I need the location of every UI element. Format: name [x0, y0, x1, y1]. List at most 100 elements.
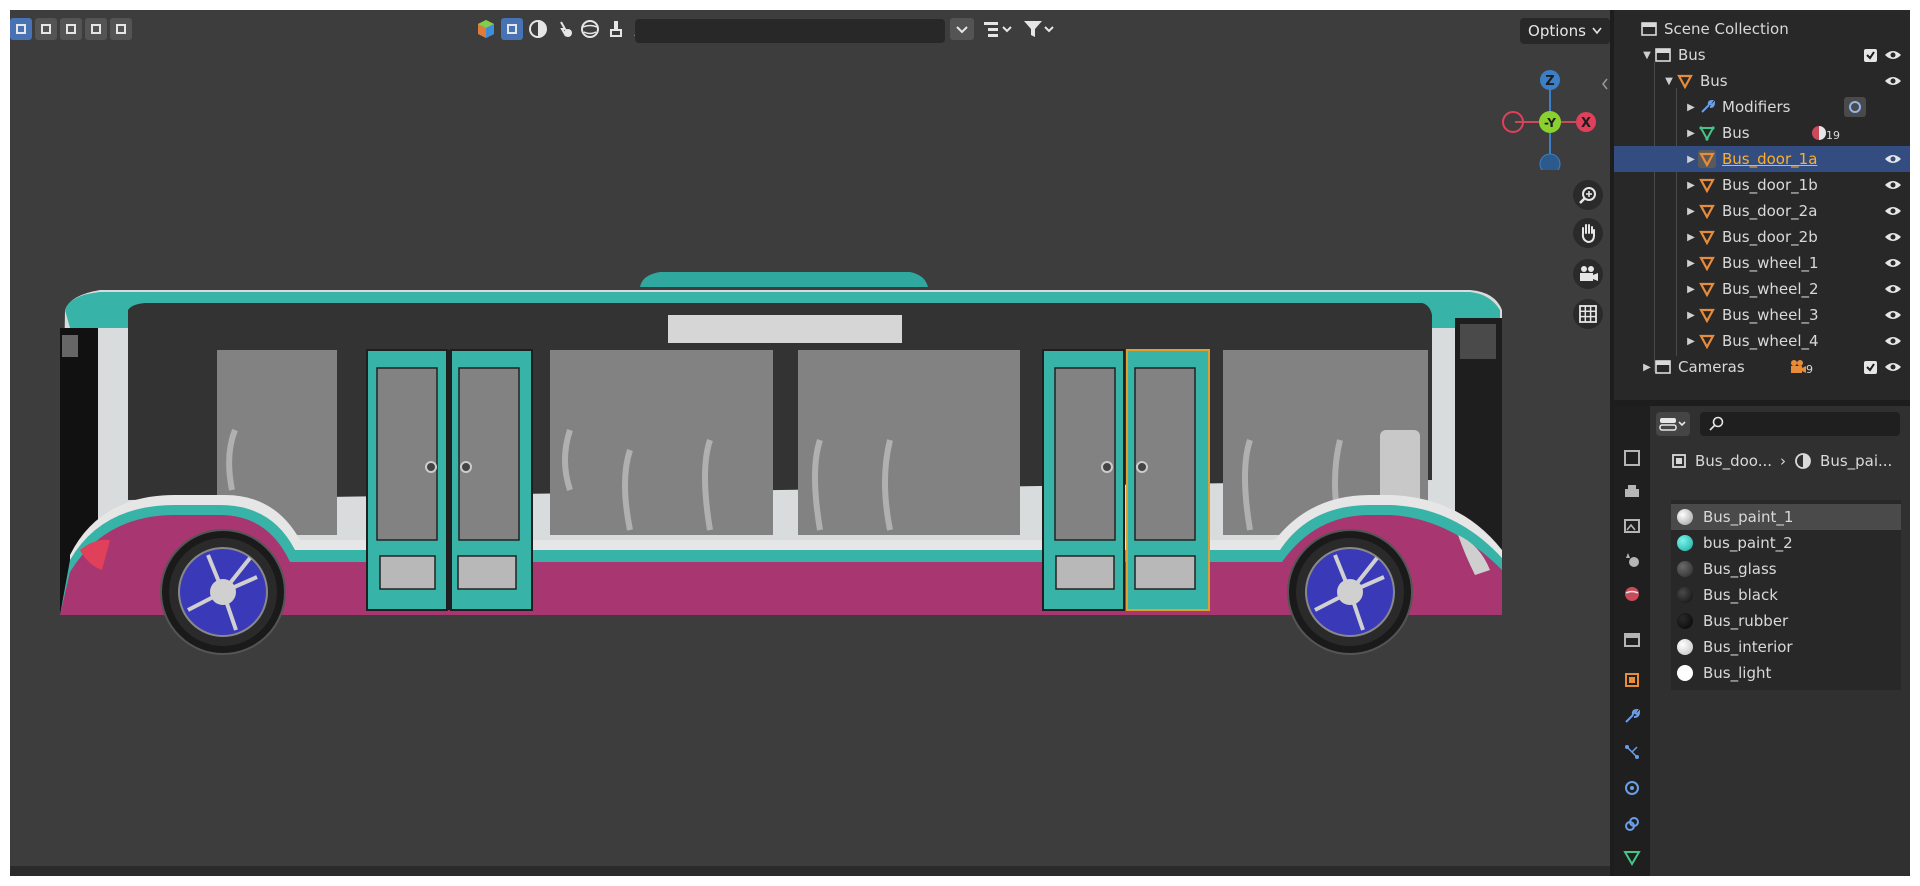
outliner-row-label: Bus_door_2b	[1722, 228, 1818, 246]
material-slot[interactable]: Bus_rubber	[1671, 608, 1901, 634]
wrench-icon	[1698, 98, 1716, 116]
badge-count: 19	[1826, 129, 1840, 142]
eye-icon[interactable]	[1884, 153, 1902, 165]
material-slot[interactable]: Bus_black	[1671, 582, 1901, 608]
material-count: 19	[1810, 124, 1840, 142]
eye-icon[interactable]	[1884, 49, 1902, 61]
object-icon	[1672, 454, 1686, 468]
eye-icon[interactable]	[1884, 309, 1902, 321]
material-slot-list[interactable]: Bus_paint_1 bus_paint_2 Bus_glass Bus_bl…	[1671, 500, 1901, 690]
breadcrumb-material: Bus_pai...	[1820, 452, 1893, 470]
mesh-data-icon	[1698, 124, 1716, 142]
material-swatch-icon	[1677, 613, 1693, 629]
material-slot-name: bus_paint_2	[1703, 534, 1793, 552]
outliner-row-label: Bus	[1700, 72, 1728, 90]
wrench-icon	[1625, 708, 1641, 723]
outliner-row-bus-wheel-3[interactable]: ▶ Bus_wheel_3	[1614, 302, 1910, 328]
tab-object[interactable]	[1620, 668, 1644, 692]
properties-header	[1650, 406, 1910, 442]
tab-world[interactable]	[1620, 582, 1644, 606]
expand-triangle-icon[interactable]: ▶	[1684, 232, 1698, 243]
material-slot[interactable]: Bus_light	[1671, 660, 1901, 686]
rear-light	[62, 335, 78, 357]
expand-triangle-icon[interactable]: ▶	[1684, 154, 1698, 165]
outliner-row-bus-wheel-1[interactable]: ▶ Bus_wheel_1	[1614, 250, 1910, 276]
scene-icon	[1626, 553, 1639, 567]
expand-triangle-icon[interactable]: ▶	[1684, 102, 1698, 113]
expand-triangle-icon[interactable]: ▼	[1640, 50, 1654, 61]
material-swatch-icon	[1677, 561, 1693, 577]
eye-icon[interactable]	[1884, 257, 1902, 269]
modifier-toggle-button[interactable]	[1844, 97, 1866, 117]
tab-data[interactable]	[1620, 846, 1644, 870]
3d-viewport[interactable]: Options Z X -Y	[10, 10, 1610, 876]
material-slot[interactable]: Bus_paint_1	[1671, 504, 1901, 530]
outliner-row-cameras[interactable]: ▶ Cameras 9	[1614, 354, 1910, 380]
eye-icon[interactable]	[1884, 361, 1902, 373]
eye-icon[interactable]	[1884, 179, 1902, 191]
mesh-object-icon	[1698, 150, 1716, 168]
tab-collection[interactable]	[1620, 628, 1644, 652]
expand-triangle-icon[interactable]: ▶	[1684, 206, 1698, 217]
material-slot[interactable]: Bus_glass	[1671, 556, 1901, 582]
outliner-panel[interactable]: Scene Collection ▼ Bus ▼ Bus ▶ Modifiers	[1614, 10, 1910, 400]
outliner-row-label: Scene Collection	[1664, 20, 1789, 38]
outliner-row-bus-door-1a[interactable]: ▶ Bus_door_1a	[1614, 146, 1910, 172]
eye-icon[interactable]	[1884, 205, 1902, 217]
eye-icon[interactable]	[1884, 283, 1902, 295]
tab-scene[interactable]	[1620, 548, 1644, 572]
material-slot[interactable]: Bus_interior	[1671, 634, 1901, 660]
tab-physics[interactable]	[1620, 776, 1644, 800]
expand-triangle-icon[interactable]: ▶	[1684, 336, 1698, 347]
eye-icon[interactable]	[1884, 335, 1902, 347]
expand-triangle-icon[interactable]: ▶	[1684, 284, 1698, 295]
checkbox-icon[interactable]	[1864, 48, 1877, 62]
tab-modifiers[interactable]	[1620, 704, 1644, 728]
outliner-row-bus-door-2b[interactable]: ▶ Bus_door_2b	[1614, 224, 1910, 250]
expand-triangle-icon[interactable]: ▶	[1684, 258, 1698, 269]
outliner-row-modifiers[interactable]: ▶ Modifiers	[1614, 94, 1910, 120]
outliner-row-bus-door-1b[interactable]: ▶ Bus_door_1b	[1614, 172, 1910, 198]
tab-output[interactable]	[1620, 480, 1644, 504]
expand-triangle-icon[interactable]: ▶	[1684, 310, 1698, 321]
destination-sign	[668, 315, 902, 343]
material-slot[interactable]: bus_paint_2	[1671, 530, 1901, 556]
outliner-row-bus-wheel-4[interactable]: ▶ Bus_wheel_4	[1614, 328, 1910, 354]
outliner-row-bus-mesh[interactable]: ▶ Bus 19	[1614, 120, 1910, 146]
material-icon	[1795, 453, 1811, 469]
eye-icon[interactable]	[1884, 231, 1902, 243]
outliner-row-bus-wheel-2[interactable]: ▶ Bus_wheel_2	[1614, 276, 1910, 302]
bus-model[interactable]	[10, 10, 1610, 876]
material-slot-name: Bus_light	[1703, 664, 1772, 682]
tab-view-layer[interactable]	[1620, 514, 1644, 538]
expand-triangle-icon[interactable]: ▶	[1684, 128, 1698, 139]
outliner-row-bus-object[interactable]: ▼ Bus	[1614, 68, 1910, 94]
expand-triangle-icon[interactable]: ▶	[1684, 180, 1698, 191]
tab-constraints[interactable]	[1620, 812, 1644, 836]
badge-count: 9	[1806, 363, 1813, 376]
properties-search-input[interactable]	[1700, 412, 1900, 436]
camera-count: 9	[1788, 358, 1813, 376]
expand-triangle-icon[interactable]: ▶	[1640, 362, 1654, 373]
mesh-object-icon	[1698, 280, 1716, 298]
collection-icon	[1654, 358, 1672, 376]
tab-render[interactable]	[1620, 446, 1644, 470]
camera-icon	[1791, 360, 1806, 373]
outliner-row-scene-collection[interactable]: Scene Collection	[1614, 16, 1910, 42]
properties-panel[interactable]: Bus_doo... › Bus_pai... Bus_paint_1 bus_…	[1614, 406, 1910, 876]
checkbox-icon[interactable]	[1864, 360, 1877, 374]
tab-particles[interactable]	[1620, 740, 1644, 764]
outliner-row-bus-door-2a[interactable]: ▶ Bus_door_2a	[1614, 198, 1910, 224]
mesh-data-icon	[1623, 851, 1641, 866]
eye-icon[interactable]	[1884, 75, 1902, 87]
outliner-row-bus-collection[interactable]: ▼ Bus	[1614, 42, 1910, 68]
expand-triangle-icon[interactable]: ▼	[1662, 76, 1676, 87]
door-pair-1	[366, 349, 533, 611]
search-icon	[1709, 416, 1724, 431]
mesh-object-icon	[1698, 254, 1716, 272]
viewport-footer	[10, 866, 1610, 876]
mesh-object-icon	[1676, 72, 1694, 90]
material-swatch-icon	[1677, 535, 1693, 551]
constraint-icon	[1625, 817, 1639, 831]
editor-type-button[interactable]	[1656, 412, 1690, 436]
